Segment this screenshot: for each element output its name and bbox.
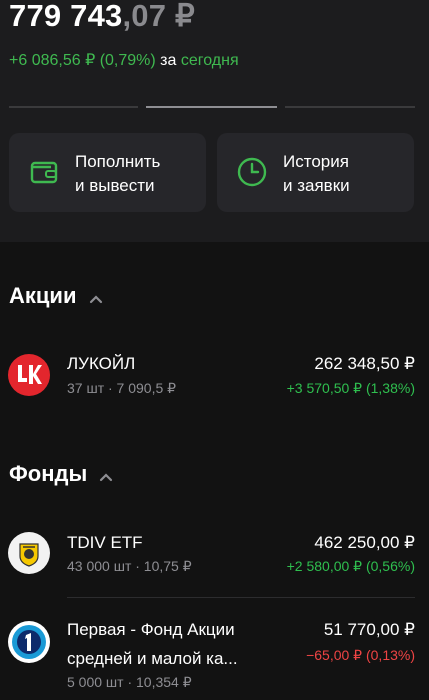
fund-value: 462 250,00 ₽ <box>314 533 415 552</box>
list-item-tdiv[interactable]: TDIV ETF 43 000 шт · 10,75 ₽ 462 250,00 … <box>0 530 429 580</box>
deposit-withdraw-button[interactable]: Пополнить и вывести <box>9 133 206 212</box>
fund-quantity-price: 5 000 шт · 10,354 ₽ <box>67 674 192 690</box>
tinkoff-logo <box>8 532 50 574</box>
balance-main: 779 743 <box>9 0 123 33</box>
fund-name: Первая - Фонд Акции <box>67 620 235 639</box>
fund-value: 51 770,00 ₽ <box>323 620 415 639</box>
stock-quantity-price: 37 шт · 7 090,5 ₽ <box>67 380 177 396</box>
fund-name-continued: средней и малой ка... <box>67 649 238 668</box>
page-indicator-segment-3[interactable] <box>285 106 415 108</box>
chevron-up-icon <box>89 284 103 310</box>
section-title-funds: Фонды <box>9 461 88 486</box>
pervaya-logo <box>8 621 50 663</box>
fund-change: −65,00 ₽ (0,13%) <box>306 647 415 663</box>
history-orders-label: История и заявки <box>283 152 350 195</box>
fund-name: TDIV ETF <box>67 533 143 552</box>
deposit-withdraw-label: Пополнить и вывести <box>75 152 161 195</box>
section-header-stocks[interactable]: Акции <box>9 283 103 310</box>
daily-change-period-link[interactable]: сегодня <box>181 52 239 69</box>
fund-quantity-price: 43 000 шт · 10,75 ₽ <box>67 558 192 574</box>
page-indicator-segment-1[interactable] <box>9 106 138 108</box>
stock-change: +3 570,50 ₽ (1,38%) <box>286 380 415 396</box>
daily-change: +6 086,56 ₽ (0,79%) за сегодня <box>9 50 239 70</box>
wallet-icon <box>27 155 61 189</box>
daily-change-value: +6 086,56 ₽ (0,79%) <box>9 52 156 69</box>
list-item-pervaya[interactable]: Первая - Фонд Акции средней и малой ка..… <box>0 618 429 700</box>
page-indicator-segment-2[interactable] <box>146 106 277 108</box>
portfolio-header: 779 743,07 ₽ +6 086,56 ₽ (0,79%) за сего… <box>0 0 429 242</box>
list-item-lukoil[interactable]: ЛУКОЙЛ 37 шт · 7 090,5 ₽ 262 348,50 ₽ +3… <box>0 350 429 400</box>
section-header-funds[interactable]: Фонды <box>9 461 113 488</box>
stock-value: 262 348,50 ₽ <box>314 354 415 373</box>
section-title-stocks: Акции <box>9 283 77 308</box>
chevron-up-icon <box>99 462 113 488</box>
daily-change-suffix: за <box>160 52 177 69</box>
lukoil-logo <box>8 354 50 396</box>
list-divider <box>67 597 415 598</box>
clock-icon <box>235 155 269 189</box>
stock-name: ЛУКОЙЛ <box>67 354 136 373</box>
history-orders-button[interactable]: История и заявки <box>217 133 414 212</box>
fund-change: +2 580,00 ₽ (0,56%) <box>286 558 415 574</box>
portfolio-balance: 779 743,07 ₽ <box>9 0 195 34</box>
balance-fraction: ,07 ₽ <box>122 0 195 33</box>
